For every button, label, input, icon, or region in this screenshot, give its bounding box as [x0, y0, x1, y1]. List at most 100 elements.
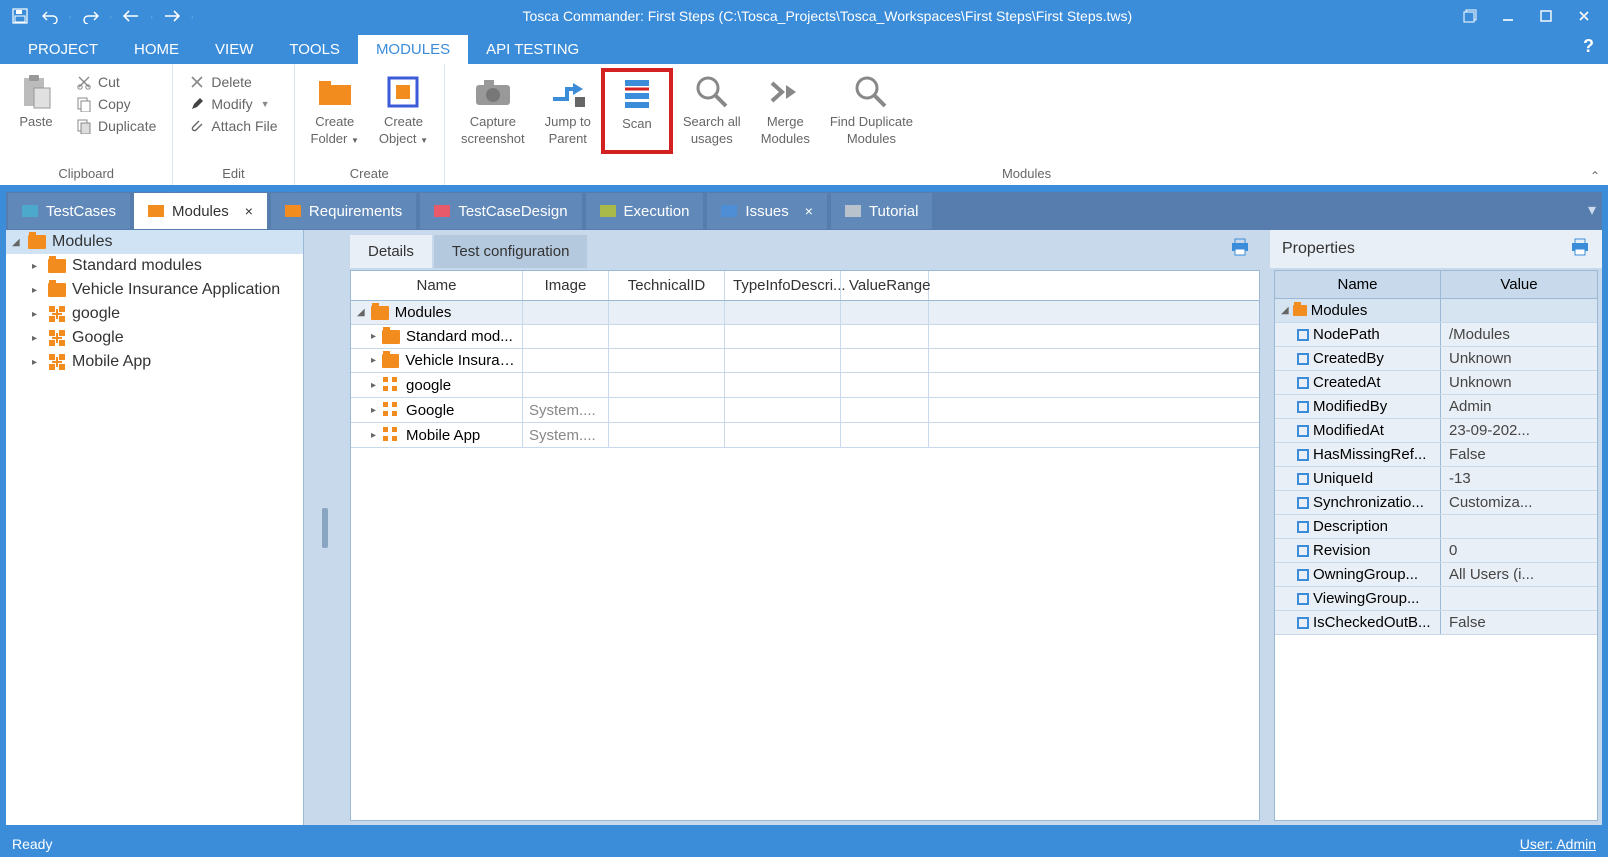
tree-item[interactable]: ▸Google [6, 326, 303, 350]
props-row[interactable]: Description [1275, 515, 1597, 539]
tab-execution[interactable]: Execution [586, 193, 704, 229]
find-duplicate-modules-button[interactable]: Find Duplicate Modules [820, 68, 923, 150]
window-title: Tosca Commander: First Steps (C:\Tosca_P… [203, 8, 1452, 24]
delete-button[interactable]: Delete [185, 72, 281, 92]
forward-icon[interactable] [158, 2, 186, 30]
maximize-icon[interactable] [1528, 2, 1564, 30]
props-row[interactable]: HasMissingRef...False [1275, 443, 1597, 467]
props-row[interactable]: ModifiedAt23-09-202... [1275, 419, 1597, 443]
props-row[interactable]: ModifiedByAdmin [1275, 395, 1597, 419]
back-icon[interactable] [117, 2, 145, 30]
expand-icon[interactable]: ▸ [32, 309, 42, 320]
expand-icon[interactable]: ▸ [32, 285, 42, 296]
col-valuerange[interactable]: ValueRange [841, 271, 929, 300]
menu-tools[interactable]: TOOLS [271, 35, 358, 64]
expand-icon[interactable]: ▸ [371, 331, 376, 342]
tree-root-modules[interactable]: ◢Modules [6, 230, 303, 254]
cut-button[interactable]: Cut [72, 72, 160, 92]
menu-home[interactable]: HOME [116, 35, 197, 64]
grid-row[interactable]: ▸Vehicle Insuran... [351, 349, 1259, 373]
print-icon[interactable] [1230, 238, 1250, 256]
props-row[interactable]: Revision0 [1275, 539, 1597, 563]
collapse-icon[interactable]: ◢ [12, 237, 22, 248]
tree-item[interactable]: ▸Standard modules [6, 254, 303, 278]
props-col-value[interactable]: Value [1441, 271, 1597, 298]
search-all-usages-button[interactable]: Search all usages [673, 68, 751, 150]
modify-button[interactable]: Modify▼ [185, 94, 281, 114]
props-row[interactable]: CreatedByUnknown [1275, 347, 1597, 371]
grid-row[interactable]: ▸google [351, 373, 1259, 398]
props-group-row[interactable]: ◢Modules [1275, 299, 1597, 323]
expand-icon[interactable]: ▸ [32, 261, 42, 272]
tab-test-configuration[interactable]: Test configuration [434, 235, 588, 268]
attach-file-button[interactable]: Attach File [185, 116, 281, 136]
close-icon[interactable]: × [245, 203, 253, 219]
jump-parent-icon [548, 72, 588, 112]
props-row[interactable]: OwningGroup...All Users (i... [1275, 563, 1597, 587]
save-icon[interactable] [6, 2, 34, 30]
props-row[interactable]: NodePath/Modules [1275, 323, 1597, 347]
tab-modules[interactable]: Modules× [134, 193, 267, 229]
tab-details[interactable]: Details [350, 235, 432, 268]
menu-api-testing[interactable]: API TESTING [468, 35, 597, 64]
undo-icon[interactable] [36, 2, 64, 30]
col-name[interactable]: Name [351, 271, 523, 300]
tree-item[interactable]: ▸Vehicle Insurance Application [6, 278, 303, 302]
tab-dropdown-icon[interactable]: ▾ [1588, 200, 1596, 220]
minimize-icon[interactable] [1490, 2, 1526, 30]
col-typeinfo[interactable]: TypeInfoDescri... [725, 271, 841, 300]
props-row[interactable]: ViewingGroup... [1275, 587, 1597, 611]
close-icon[interactable]: × [805, 203, 813, 219]
expand-icon[interactable]: ▸ [371, 430, 376, 441]
props-row[interactable]: Synchronizatio...Customiza... [1275, 491, 1597, 515]
grid-row[interactable]: ▸Google System.... [351, 398, 1259, 423]
tab-issues[interactable]: Issues× [707, 193, 827, 229]
object-icon [383, 72, 423, 112]
create-object-button[interactable]: Create Object ▼ [369, 68, 438, 150]
jump-to-parent-button[interactable]: Jump to Parent [535, 68, 601, 150]
print-icon[interactable] [1570, 238, 1590, 256]
merge-modules-button[interactable]: Merge Modules [751, 68, 820, 150]
help-icon[interactable]: ? [1583, 36, 1594, 57]
menu-project[interactable]: PROJECT [10, 35, 116, 64]
close-icon[interactable] [1566, 2, 1602, 30]
col-image[interactable]: Image [523, 271, 609, 300]
tree-item[interactable]: ▸Mobile App [6, 350, 303, 374]
splitter-handle-icon[interactable] [322, 508, 328, 548]
folder-icon [382, 330, 400, 344]
tab-testcases[interactable]: TestCases [8, 193, 130, 229]
paste-button[interactable]: Paste [6, 68, 66, 133]
tree-item[interactable]: ▸google [6, 302, 303, 326]
create-folder-button[interactable]: Create Folder ▼ [301, 68, 369, 150]
grid-row[interactable]: ▸Standard mod... [351, 325, 1259, 349]
menu-modules[interactable]: MODULES [358, 35, 468, 64]
tab-requirements[interactable]: Requirements [271, 193, 416, 229]
grid-row[interactable]: ▸Mobile App System.... [351, 423, 1259, 448]
props-col-name[interactable]: Name [1275, 271, 1441, 298]
redo-icon[interactable] [77, 2, 105, 30]
expand-icon[interactable]: ▸ [371, 380, 376, 391]
props-row[interactable]: IsCheckedOutB...False [1275, 611, 1597, 635]
props-row[interactable]: UniqueId-13 [1275, 467, 1597, 491]
expand-icon[interactable]: ▸ [32, 333, 42, 344]
collapse-icon[interactable]: ◢ [357, 307, 365, 318]
scan-button[interactable]: Scan [601, 68, 673, 154]
expand-icon[interactable]: ▸ [371, 355, 376, 366]
tab-testcasedesign[interactable]: TestCaseDesign [420, 193, 581, 229]
expand-icon[interactable]: ▸ [371, 405, 376, 416]
splitter[interactable] [304, 230, 346, 825]
capture-screenshot-button[interactable]: Capture screenshot [451, 68, 535, 150]
restore-down-icon[interactable] [1452, 2, 1488, 30]
col-technicalid[interactable]: TechnicalID [609, 271, 725, 300]
grid-group-row[interactable]: ◢Modules [351, 301, 1259, 325]
menu-view[interactable]: VIEW [197, 35, 271, 64]
expand-icon[interactable]: ▸ [32, 357, 42, 368]
collapse-icon[interactable]: ◢ [1281, 305, 1289, 316]
ribbon-collapse-icon[interactable]: ⌃ [1590, 169, 1600, 183]
copy-button[interactable]: Copy [72, 94, 160, 114]
status-user[interactable]: User: Admin [1520, 836, 1596, 852]
tab-tutorial[interactable]: Tutorial [831, 193, 932, 229]
props-row[interactable]: CreatedAtUnknown [1275, 371, 1597, 395]
props-header: Name Value [1275, 271, 1597, 299]
duplicate-button[interactable]: Duplicate [72, 116, 160, 136]
